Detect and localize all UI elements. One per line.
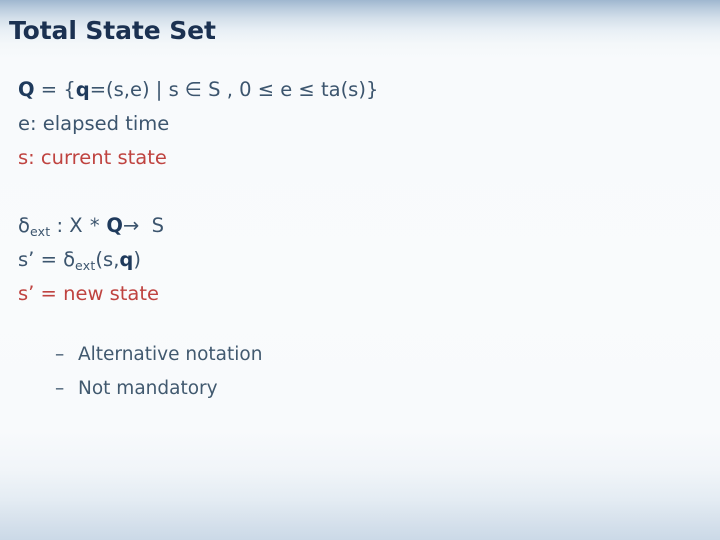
delta-symbol: δ [18, 214, 30, 237]
not-mandatory-label: Not mandatory [78, 378, 218, 399]
list-item: – Not mandatory [55, 378, 218, 399]
ext-subscript-application: ext [75, 258, 96, 273]
slide: Total State Set Q = {q=(s,e) | s ∈ S , 0… [0, 0, 720, 540]
total-state-set-definition: Q = {q=(s,e) | s ∈ S , 0 ≤ e ≤ ta(s)} [18, 80, 378, 100]
current-state-definition: s: current state [18, 146, 167, 169]
total-state-symbol-application: q [119, 248, 134, 271]
cross-product-symbol: X * [69, 214, 101, 237]
set-builder-body: =(s,e) | s ∈ S , 0 ≤ e ≤ ta(s)} [89, 78, 379, 101]
paren-open-s: (s, [95, 248, 120, 271]
arrow-symbol: → [122, 214, 140, 237]
prime-s-symbol: s’ [18, 248, 35, 271]
total-state-set-symbol-signature: Q [106, 214, 123, 237]
dash-bullet-icon: – [55, 344, 65, 365]
ext-subscript: ext [29, 224, 51, 239]
delta-symbol-application: δ [63, 248, 76, 271]
paren-close: ) [133, 248, 141, 271]
new-state-definition: s’ = new state [18, 282, 159, 305]
equals-symbol: = [40, 248, 57, 271]
page-title: Total State Set [9, 16, 216, 45]
total-state-set-symbol: Q [18, 78, 35, 101]
total-state-symbol: q [75, 78, 90, 101]
set-builder-open: = { [34, 78, 76, 101]
dash-bullet-icon: – [55, 378, 65, 399]
external-transition-application: s’ = δext(s,q) [18, 248, 141, 273]
external-transition-signature: δext : X * Q→ S [18, 214, 165, 239]
list-item: – Alternative notation [55, 344, 263, 365]
alternative-notation-label: Alternative notation [78, 344, 263, 365]
state-set-symbol: S [151, 214, 165, 237]
elapsed-time-definition: e: elapsed time [18, 112, 170, 135]
spacer-2 [139, 214, 151, 237]
